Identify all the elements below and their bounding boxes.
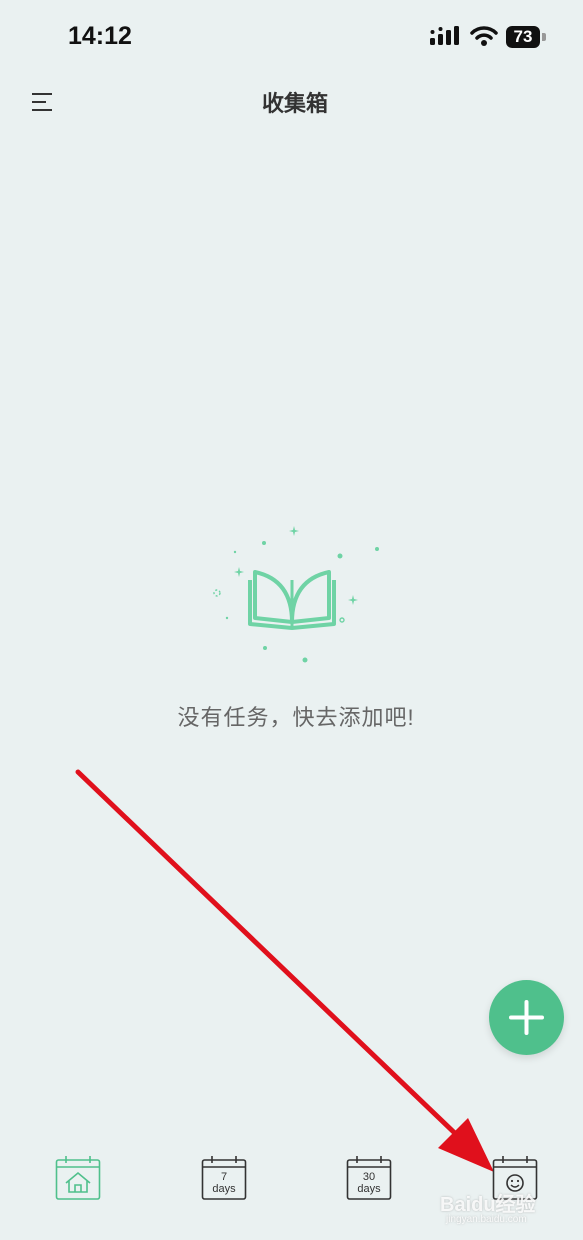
- tab-7-days-unit: days: [212, 1183, 236, 1195]
- tab-home[interactable]: [55, 1155, 105, 1205]
- tab-30-days-number: 30: [362, 1171, 376, 1183]
- tab-7-days-number: 7: [220, 1171, 228, 1183]
- tab-30-days-unit: days: [357, 1183, 381, 1195]
- plus-icon: [509, 1000, 544, 1035]
- calendar-home-icon: [55, 1156, 101, 1200]
- app-screen: 14:12 73 收集箱 没有任务，快去添加吧! 7 days 30 days …: [0, 0, 583, 1240]
- watermark-url: jingyan.baidu.com: [446, 1214, 527, 1225]
- watermark: Baidu经验: [440, 1194, 536, 1216]
- add-task-button[interactable]: [489, 980, 564, 1055]
- tab-30-days[interactable]: 30 days: [346, 1155, 396, 1205]
- tab-7-days[interactable]: 7 days: [201, 1155, 251, 1205]
